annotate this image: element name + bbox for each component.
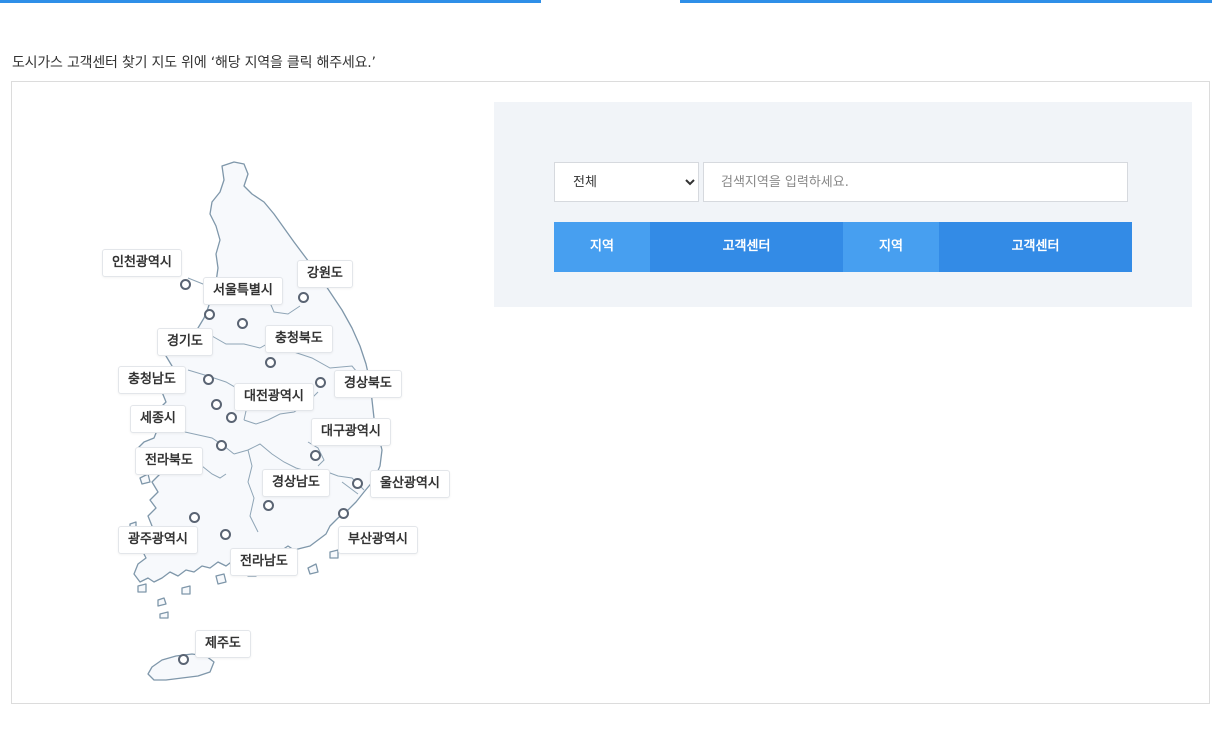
- seoul-marker-icon[interactable]: [204, 309, 215, 320]
- gyeongnam-marker-icon[interactable]: [263, 500, 274, 511]
- sejong-marker-icon[interactable]: [211, 399, 222, 410]
- region-label-gangwon[interactable]: 강원도: [297, 260, 353, 288]
- region-label-seoul[interactable]: 서울특별시: [203, 277, 283, 305]
- page: 도시가스 고객센터 찾기 지도 위에 ‘해당 지역을 클릭 해주세요.’ 인천광…: [0, 0, 1212, 736]
- region-label-jeonnam[interactable]: 전라남도: [230, 548, 298, 576]
- region-label-gyeonggi[interactable]: 경기도: [157, 328, 213, 356]
- result-table-header: 지역 고객센터 지역 고객센터: [554, 222, 1132, 272]
- daegu-marker-icon[interactable]: [310, 450, 321, 461]
- region-select-wrapper: 전체: [554, 162, 699, 202]
- search-box: 전체 지역 고객센터 지역 고객센터: [494, 102, 1192, 307]
- search-input[interactable]: [703, 162, 1128, 202]
- busan-marker-icon[interactable]: [338, 508, 349, 519]
- region-label-chungnam[interactable]: 충청남도: [118, 366, 186, 394]
- daejeon-marker-icon[interactable]: [226, 412, 237, 423]
- jeonnam-marker-icon[interactable]: [220, 529, 231, 540]
- chungnam-marker-icon[interactable]: [203, 374, 214, 385]
- region-label-gyeongbuk[interactable]: 경상북도: [334, 370, 402, 398]
- column-header-region-2: 지역: [843, 222, 939, 272]
- column-header-center-1: 고객센터: [650, 222, 843, 272]
- region-label-sejong[interactable]: 세종시: [130, 405, 186, 433]
- ulsan-marker-icon[interactable]: [352, 478, 363, 489]
- chungbuk-marker-icon[interactable]: [265, 357, 276, 368]
- jeju-marker-icon[interactable]: [178, 654, 189, 665]
- column-header-center-2: 고객센터: [939, 222, 1132, 272]
- incheon-marker-icon[interactable]: [180, 279, 191, 290]
- region-label-daegu[interactable]: 대구광역시: [311, 418, 391, 446]
- gyeongbuk-marker-icon[interactable]: [315, 377, 326, 388]
- region-label-ulsan[interactable]: 울산광역시: [370, 470, 450, 498]
- region-label-incheon[interactable]: 인천광역시: [102, 249, 182, 277]
- gyeonggi-marker-icon[interactable]: [237, 318, 248, 329]
- column-header-region-1: 지역: [554, 222, 650, 272]
- tab-underline-left: [0, 0, 541, 3]
- region-label-jeonbuk[interactable]: 전라북도: [135, 447, 203, 475]
- region-label-gwangju[interactable]: 광주광역시: [118, 526, 198, 554]
- gwangju-marker-icon[interactable]: [189, 512, 200, 523]
- tab-underline-right: [680, 0, 1212, 3]
- region-label-busan[interactable]: 부산광역시: [338, 526, 418, 554]
- korea-map: 인천광역시 서울특별시 강원도 경기도 충청북도 충청남도 대전광역시 경상북도…: [12, 82, 492, 702]
- region-label-daejeon[interactable]: 대전광역시: [234, 383, 314, 411]
- instruction-text: 도시가스 고객센터 찾기 지도 위에 ‘해당 지역을 클릭 해주세요.’: [12, 55, 376, 71]
- gangwon-marker-icon[interactable]: [298, 292, 309, 303]
- jeonbuk-marker-icon[interactable]: [216, 440, 227, 451]
- region-select[interactable]: 전체: [555, 163, 698, 201]
- region-label-jeju[interactable]: 제주도: [195, 630, 251, 658]
- region-label-chungbuk[interactable]: 충청북도: [265, 325, 333, 353]
- customer-center-panel: 인천광역시 서울특별시 강원도 경기도 충청북도 충청남도 대전광역시 경상북도…: [11, 81, 1210, 704]
- region-label-gyeongnam[interactable]: 경상남도: [262, 469, 330, 497]
